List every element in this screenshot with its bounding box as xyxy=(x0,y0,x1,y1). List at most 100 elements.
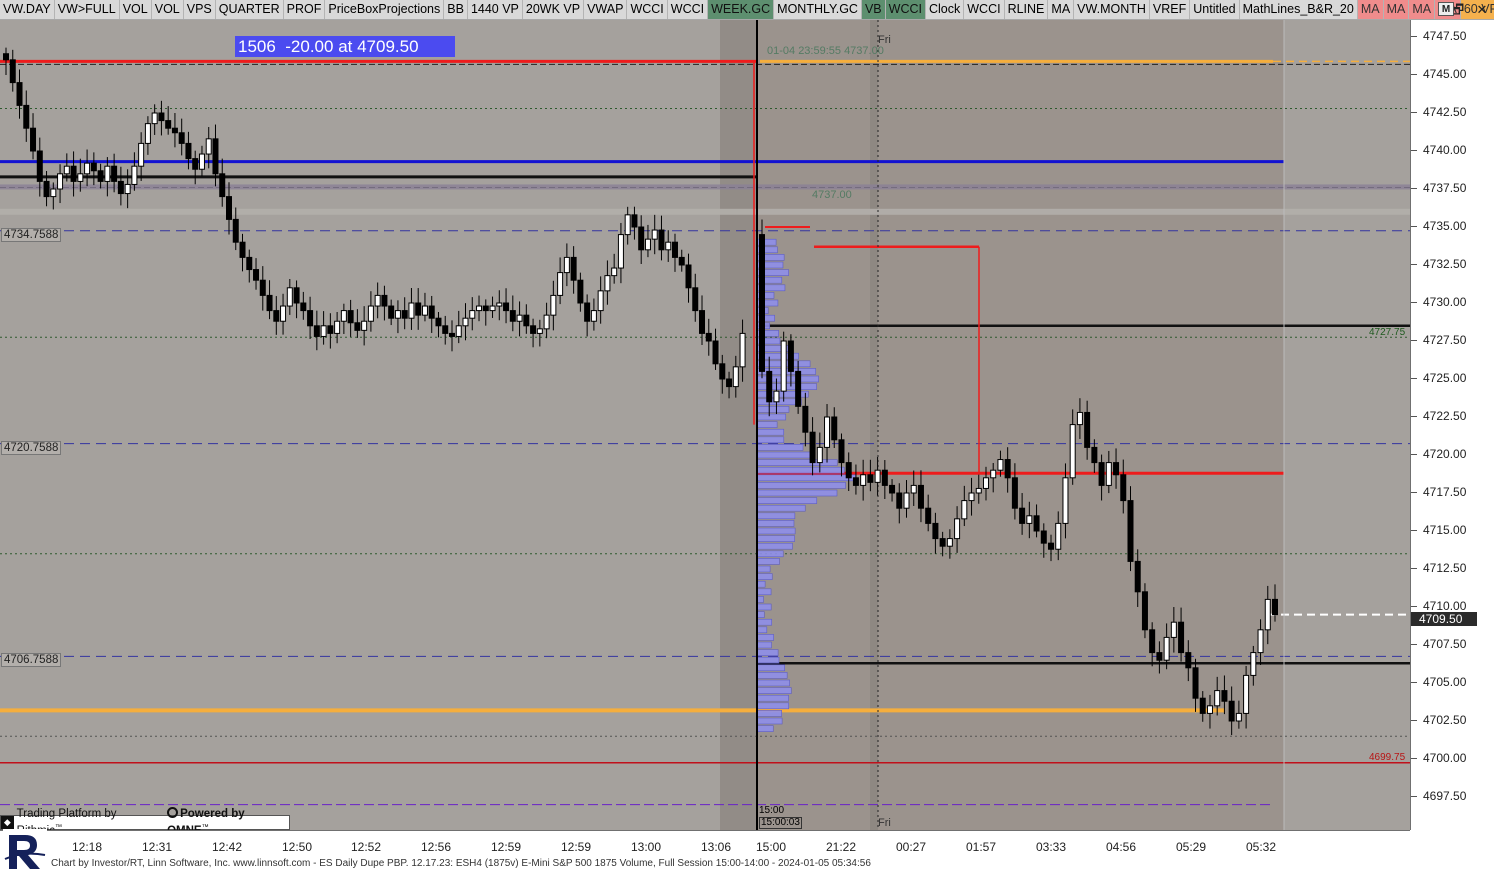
price-tick-label: 4727.50 xyxy=(1410,333,1467,347)
candle-body xyxy=(1156,652,1163,661)
candle-body xyxy=(816,446,823,464)
toolbar-button-bb-8[interactable]: BB xyxy=(444,0,468,19)
candle-body xyxy=(795,370,802,407)
candle-body xyxy=(604,275,611,292)
volume-profile-bar xyxy=(756,717,783,725)
candle-body xyxy=(9,59,16,84)
toolbar-button-1440-vp-9[interactable]: 1440 VP xyxy=(468,0,523,19)
volume-profile-bar xyxy=(756,413,787,421)
toolbar-button-untitled-24[interactable]: Untitled xyxy=(1190,0,1240,19)
price-tick-label: 4715.00 xyxy=(1410,523,1467,537)
price-tick-label: 4722.50 xyxy=(1410,409,1467,423)
candle-body xyxy=(1011,477,1018,509)
toolbar-button-week-gc-14[interactable]: WEEK.GC xyxy=(708,0,775,19)
candle-body xyxy=(787,340,794,372)
toolbar-button-rline-20[interactable]: RLINE xyxy=(1005,0,1049,19)
candle-body xyxy=(917,484,924,509)
toolbar-button-vref-23[interactable]: VREF xyxy=(1150,0,1191,19)
toolbar-button-vw-day-0[interactable]: VW.DAY xyxy=(0,0,55,19)
candle-body xyxy=(503,302,510,312)
candle-body xyxy=(1163,636,1170,661)
candle-body xyxy=(982,477,989,489)
position-pnl-box[interactable]: 1506 -20.00 at 4709.50 xyxy=(235,36,455,57)
toolbar-button-monthly-gc-15[interactable]: MONTHLY.GC xyxy=(774,0,862,19)
max-indicator[interactable]: M xyxy=(1438,2,1454,16)
rithmic-badge: ◆ Trading Platform by Rithmic™ Powered b… xyxy=(0,807,290,837)
toolbar-button-wcci-12[interactable]: WCCI xyxy=(627,0,668,19)
volume-profile-bar xyxy=(756,406,790,413)
candle-body xyxy=(509,310,516,322)
volume-profile-bar xyxy=(756,428,785,436)
grey-band xyxy=(0,208,1410,215)
toolbar-button-vb-16[interactable]: VB xyxy=(861,0,886,19)
toolbar-button-wcci-13[interactable]: WCCI xyxy=(668,0,709,19)
close-window-icon[interactable]: ✕ xyxy=(1470,0,1494,20)
candle-body xyxy=(1019,507,1026,524)
volume-profile-bar xyxy=(756,497,818,504)
candle-body xyxy=(658,229,665,251)
toolbar-button-wcci-17[interactable]: WCCI xyxy=(885,0,926,19)
time-axis[interactable]: 12:18 12:31 12:42 12:50 12:52 12:56 12:59 12:59… xyxy=(0,830,1410,857)
candle-body xyxy=(57,173,64,190)
price-tick-label: 4717.50 xyxy=(1410,485,1467,499)
toolbar-button-ma-26[interactable]: MA xyxy=(1357,0,1384,19)
time-tick-label: 12:31 xyxy=(141,840,173,854)
toolbar-button-mathlines-b-r-20-25[interactable]: MathLines_B&R_20 xyxy=(1240,0,1358,19)
candle-body xyxy=(198,153,205,170)
level-price-lower: 4699.75 xyxy=(1369,752,1406,763)
volume-profile-bar xyxy=(756,687,792,694)
candle-body xyxy=(273,310,280,322)
candle-body xyxy=(867,474,874,483)
candle-body xyxy=(860,474,867,486)
candle-body xyxy=(97,170,104,182)
volume-profile-bar xyxy=(756,588,772,596)
candle-body xyxy=(530,325,537,334)
candlestick-chart[interactable] xyxy=(0,20,1410,830)
candle-body xyxy=(77,173,84,182)
volume-profile-bar xyxy=(756,558,780,565)
toolbar-button-ma-21[interactable]: MA xyxy=(1048,0,1075,19)
toolbar-button-wcci-19[interactable]: WCCI xyxy=(964,0,1005,19)
candle-body xyxy=(442,325,449,334)
volume-profile-bar xyxy=(756,573,773,580)
candle-body xyxy=(678,256,685,266)
volume-profile-bar xyxy=(756,710,783,717)
toolbar-button-ma-27[interactable]: MA xyxy=(1383,0,1410,19)
candle-body xyxy=(961,500,968,520)
session-mid-label: 4737.00 xyxy=(812,189,852,201)
time-tick-label: 12:59 xyxy=(490,840,522,854)
price-axis[interactable]: 4747.50 4745.00 4742.50 4740.00 4737.50 4735.… xyxy=(1410,20,1494,830)
candle-body xyxy=(469,310,476,319)
candle-body xyxy=(932,522,939,540)
candle-body xyxy=(1228,700,1235,722)
toolbar-button-vps-4[interactable]: VPS xyxy=(184,0,216,19)
candle-body xyxy=(997,459,1004,471)
toolbar-button-20wk-vp-10[interactable]: 20WK VP xyxy=(523,0,585,19)
toolbar-button-vwap-11[interactable]: VWAP xyxy=(584,0,628,19)
candle-body xyxy=(286,287,293,307)
candle-body xyxy=(340,310,347,322)
candle-body xyxy=(117,180,124,195)
time-tick-label: 03:33 xyxy=(1035,840,1067,854)
chart-plot-area[interactable] xyxy=(0,20,1410,830)
toolbar-button-priceboxprojections-7[interactable]: PriceBoxProjections xyxy=(325,0,445,19)
volume-profile-bar xyxy=(756,626,768,634)
volume-profile-bar xyxy=(756,383,817,390)
toolbar-button-vw-full-1[interactable]: VW>FULL xyxy=(55,0,120,19)
toolbar-button-vol-2[interactable]: VOL xyxy=(120,0,152,19)
candle-body xyxy=(1127,500,1134,562)
price-tick-label: 4712.50 xyxy=(1410,561,1467,575)
toolbar-button-clock-18[interactable]: Clock xyxy=(926,0,965,19)
toolbar-button-vw-month-22[interactable]: VW.MONTH xyxy=(1074,0,1150,19)
toolbar-button-prof-6[interactable]: PROF xyxy=(284,0,326,19)
candle-body xyxy=(946,538,953,547)
candle-body xyxy=(293,287,300,304)
toolbar-button-vol-3[interactable]: VOL xyxy=(152,0,184,19)
candle-body xyxy=(1076,411,1083,426)
toolbar-button-ma-28[interactable]: MA xyxy=(1409,0,1436,19)
level-price-upper: 4727.75 xyxy=(1369,327,1406,338)
candle-body xyxy=(131,165,138,185)
candle-body xyxy=(831,416,838,441)
candle-body xyxy=(428,305,435,319)
toolbar-button-quarter-5[interactable]: QUARTER xyxy=(216,0,284,19)
